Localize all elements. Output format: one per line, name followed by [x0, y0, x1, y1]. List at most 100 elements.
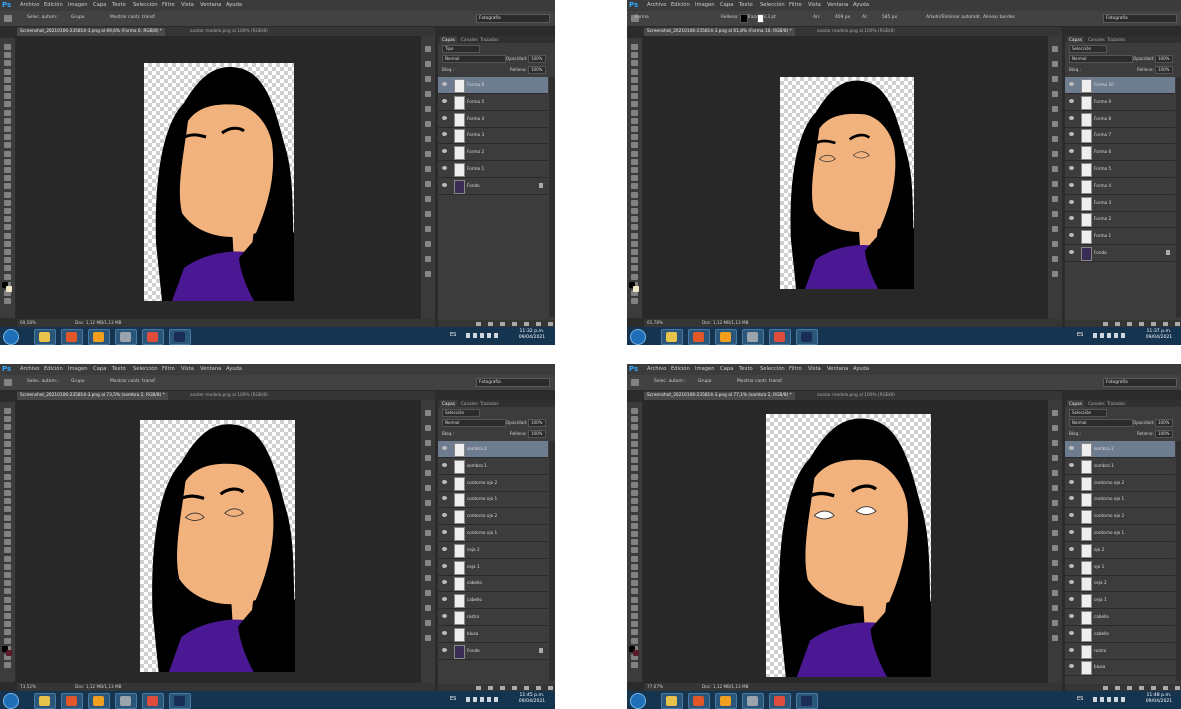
- flag-icon[interactable]: [1100, 697, 1104, 702]
- group-icon[interactable]: [524, 686, 529, 690]
- file-explorer-icon[interactable]: [661, 329, 683, 345]
- tool-icon[interactable]: [4, 506, 11, 513]
- flag-icon[interactable]: [473, 697, 477, 702]
- layer-row[interactable]: rostro: [438, 609, 548, 626]
- panel-icon[interactable]: [1052, 211, 1058, 217]
- tool-icon[interactable]: [4, 457, 11, 464]
- layer-filter-select[interactable]: Tipo: [442, 45, 480, 53]
- tool-icon[interactable]: [631, 240, 638, 247]
- menu-item-filtro[interactable]: Filtro: [789, 366, 802, 372]
- panel-icon[interactable]: [425, 635, 431, 641]
- panel-icon[interactable]: [1052, 620, 1058, 626]
- menu-item-capa[interactable]: Capa: [93, 366, 106, 372]
- panel-icon[interactable]: [1052, 560, 1058, 566]
- panel-icon[interactable]: [1052, 425, 1058, 431]
- layer-row[interactable]: cabello: [438, 592, 548, 610]
- menu-item-vista[interactable]: Vista: [181, 366, 194, 372]
- panel-icon[interactable]: [425, 271, 431, 277]
- panel-icon[interactable]: [1052, 410, 1058, 416]
- menu-item-vista[interactable]: Vista: [808, 2, 821, 8]
- panel-icon[interactable]: [1052, 196, 1058, 202]
- notification-icon[interactable]: [466, 333, 470, 338]
- layer-filter-select[interactable]: Selección: [1069, 45, 1107, 53]
- panel-icon[interactable]: [1052, 455, 1058, 461]
- layer-row[interactable]: blusa: [438, 626, 548, 643]
- visibility-eye-icon[interactable]: [1069, 530, 1074, 534]
- adjustment-icon[interactable]: [512, 686, 517, 690]
- tool-icon[interactable]: [631, 76, 638, 83]
- tool-icon[interactable]: [631, 465, 638, 472]
- layer-row[interactable]: rostro: [1065, 643, 1175, 660]
- tool-icon[interactable]: [631, 588, 638, 595]
- visibility-eye-icon[interactable]: [1069, 98, 1074, 103]
- system-clock[interactable]: 11:37 p.m. 09/04/2021: [1141, 329, 1177, 341]
- layer-row[interactable]: Forma 5: [438, 94, 548, 111]
- blend-mode-select[interactable]: Normal: [442, 55, 506, 63]
- flag-icon[interactable]: [1100, 333, 1104, 338]
- brave-browser-icon[interactable]: [688, 693, 710, 709]
- layer-row[interactable]: Fondo: [1065, 245, 1175, 262]
- layer-row[interactable]: ceja 1: [438, 559, 548, 576]
- tool-icon[interactable]: [631, 199, 638, 206]
- new-layer-icon[interactable]: [536, 686, 541, 690]
- tool-icon[interactable]: [4, 167, 11, 173]
- background-color-swatch[interactable]: [633, 286, 639, 292]
- tool-icon[interactable]: [4, 408, 11, 414]
- layer-row[interactable]: Forma 2: [1065, 211, 1175, 229]
- tool-icon[interactable]: [4, 273, 11, 280]
- panel-icon[interactable]: [425, 470, 431, 476]
- panel-icon[interactable]: [1052, 121, 1058, 127]
- battery-icon[interactable]: [494, 333, 498, 338]
- menu-item-edición[interactable]: Edición: [44, 2, 63, 8]
- tool-icon[interactable]: [4, 109, 11, 116]
- tool-icon[interactable]: [631, 232, 638, 239]
- visibility-eye-icon[interactable]: [1069, 166, 1074, 170]
- option-label[interactable]: Selec. autom.:: [27, 15, 59, 20]
- volume-icon[interactable]: [1114, 697, 1118, 702]
- tool-icon[interactable]: [631, 109, 638, 116]
- panel-tab-trazados[interactable]: Trazados: [478, 36, 500, 43]
- fill-field[interactable]: 100%: [528, 430, 546, 438]
- menu-item-archivo[interactable]: Archivo: [647, 366, 666, 372]
- tool-icon[interactable]: [4, 257, 11, 264]
- tool-icon[interactable]: [4, 637, 11, 644]
- battery-icon[interactable]: [494, 697, 498, 702]
- tool-icon[interactable]: [631, 150, 638, 157]
- visibility-eye-icon[interactable]: [442, 182, 447, 187]
- layer-row[interactable]: contorno ojo 2: [438, 508, 548, 526]
- brave-browser-icon[interactable]: [688, 329, 710, 345]
- volume-icon[interactable]: [487, 697, 491, 702]
- fill-swatch[interactable]: [740, 14, 748, 23]
- volume-icon[interactable]: [1114, 333, 1118, 338]
- panel-icon[interactable]: [1052, 166, 1058, 172]
- tool-icon[interactable]: [631, 563, 638, 570]
- tool-icon[interactable]: [4, 604, 11, 611]
- panel-icon[interactable]: [425, 455, 431, 461]
- visibility-eye-icon[interactable]: [442, 614, 447, 618]
- link-layers-icon[interactable]: [476, 322, 481, 326]
- visibility-eye-icon[interactable]: [1069, 199, 1074, 204]
- visibility-eye-icon[interactable]: [1069, 546, 1074, 551]
- layer-row[interactable]: Fondo: [438, 643, 548, 660]
- option-label[interactable]: Grupo: [71, 15, 84, 20]
- network-icon[interactable]: [480, 697, 484, 702]
- panel-tab-capas[interactable]: Capas: [1067, 400, 1084, 407]
- panel-icon[interactable]: [425, 545, 431, 551]
- tool-icon[interactable]: [4, 68, 11, 75]
- visibility-eye-icon[interactable]: [1069, 182, 1074, 187]
- visibility-eye-icon[interactable]: [1069, 513, 1074, 518]
- blend-mode-select[interactable]: Normal: [442, 419, 506, 427]
- layer-row[interactable]: contorno ojo 1: [438, 491, 548, 509]
- panel-icon[interactable]: [425, 410, 431, 416]
- tool-icon[interactable]: [631, 613, 638, 619]
- chrome-icon[interactable]: [142, 329, 164, 345]
- layer-row[interactable]: Fondo: [438, 178, 548, 195]
- tool-icon[interactable]: [4, 563, 11, 570]
- visibility-eye-icon[interactable]: [1069, 563, 1074, 568]
- tool-icon[interactable]: [631, 134, 638, 141]
- fx-icon[interactable]: [488, 322, 493, 326]
- group-icon[interactable]: [524, 322, 529, 326]
- tool-icon[interactable]: [631, 68, 638, 75]
- layer-row[interactable]: sombra 2: [438, 441, 548, 458]
- tool-icon[interactable]: [4, 465, 11, 472]
